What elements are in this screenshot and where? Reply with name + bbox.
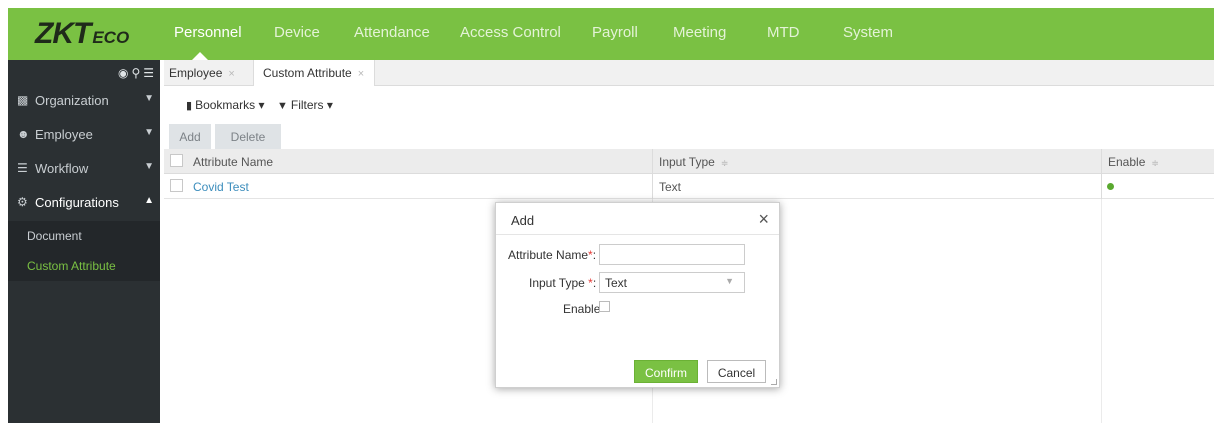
caret-down-icon: ▾: [258, 98, 265, 112]
tag-icon[interactable]: ◉: [118, 66, 128, 80]
column-divider: [652, 149, 653, 174]
table-header: Attribute Name Input Type ≑ Enable ≑: [164, 149, 1214, 174]
select-all-checkbox[interactable]: [170, 154, 183, 167]
delete-button[interactable]: Delete: [215, 124, 281, 149]
tab-custom-attribute[interactable]: Custom Attribute ×: [253, 60, 376, 87]
chevron-down-icon: ▼: [725, 276, 734, 286]
attribute-name-input[interactable]: [599, 244, 745, 265]
column-label: Enable: [1108, 155, 1146, 169]
sidebar-item-label: Organization: [35, 93, 109, 108]
label-text: Attribute Name: [508, 248, 589, 262]
filters-label: Filters: [290, 98, 324, 112]
label-colon: :: [592, 276, 597, 290]
filter-icon: ▼: [277, 100, 288, 112]
column-divider: [1101, 149, 1102, 174]
input-type-label: Input Type *:: [529, 276, 596, 290]
menu-meeting[interactable]: Meeting: [673, 24, 726, 41]
input-type-select[interactable]: Text ▼: [599, 272, 745, 293]
caret-down-icon: ▾: [326, 98, 333, 112]
sidebar-item-employee[interactable]: ☻ Employee ▼: [8, 118, 160, 152]
input-type-cell: Text: [659, 180, 682, 194]
selected-value: Text: [605, 276, 628, 290]
column-divider: [1101, 174, 1102, 199]
sidebar-subitem-custom-attribute[interactable]: Custom Attribute: [8, 251, 160, 281]
menu-payroll[interactable]: Payroll: [592, 24, 638, 41]
list-icon[interactable]: ☰: [143, 66, 154, 80]
sidebar-item-configurations[interactable]: ⚙ Configurations ▲: [8, 186, 160, 220]
logo-sub: ECO: [92, 28, 130, 47]
column-header-enable[interactable]: Enable ≑: [1108, 155, 1159, 169]
enabled-status-icon: [1107, 183, 1114, 190]
chevron-up-icon: ▲: [144, 195, 154, 206]
column-label: Input Type: [659, 155, 715, 169]
active-menu-pointer: [192, 52, 208, 60]
add-button[interactable]: Add: [169, 124, 211, 149]
search-icon[interactable]: ⚲: [131, 66, 140, 80]
cancel-button[interactable]: Cancel: [707, 360, 766, 383]
column-header-input-type[interactable]: Input Type ≑: [659, 155, 728, 169]
toolbar: ▮ Bookmarks ▾ ▼ Filters ▾: [164, 86, 1214, 124]
bookmarks-dropdown[interactable]: ▮ Bookmarks ▾: [186, 98, 264, 112]
enable-checkbox[interactable]: [599, 301, 610, 312]
brand-logo[interactable]: ZKT ECO: [8, 8, 160, 60]
table-row[interactable]: Covid Test Text: [164, 174, 1214, 199]
attribute-name-link[interactable]: Covid Test: [193, 180, 249, 194]
logo-main: ZKT: [35, 17, 91, 50]
column-guide: [1101, 199, 1102, 423]
menu-personnel[interactable]: Personnel: [174, 24, 242, 41]
bookmarks-label: Bookmarks: [195, 98, 256, 112]
menu-system[interactable]: System: [843, 24, 893, 41]
tab-employee[interactable]: Employee ×: [169, 60, 235, 86]
sidebar-item-organization[interactable]: ▩ Organization ▼: [8, 84, 160, 118]
sidebar-item-label: Employee: [35, 127, 93, 142]
grid-actions: Add Delete: [164, 124, 1214, 149]
menu-access-control[interactable]: Access Control: [460, 24, 561, 41]
sidebar-subitem-label: Custom Attribute: [27, 259, 116, 273]
column-header-attribute-name[interactable]: Attribute Name: [193, 155, 273, 169]
gears-icon: ⚙: [17, 195, 28, 209]
sort-icon[interactable]: ≑: [1151, 158, 1159, 168]
org-icon: ▩: [17, 93, 29, 107]
sidebar-tools: ◉ ⚲ ☰: [115, 66, 154, 80]
close-icon[interactable]: ×: [758, 209, 769, 230]
menu-device[interactable]: Device: [274, 24, 320, 41]
dialog-header: Add ×: [496, 203, 779, 235]
label-text: Input Type: [529, 276, 589, 290]
chevron-down-icon: ▼: [144, 93, 154, 104]
close-icon[interactable]: ×: [358, 68, 364, 80]
resize-handle[interactable]: [771, 379, 777, 385]
sidebar-item-workflow[interactable]: ☰ Workflow ▼: [8, 152, 160, 186]
enable-label: Enable: [563, 302, 601, 316]
attribute-name-label: Attribute Name*:: [508, 248, 596, 262]
main-menu: Personnel Device Attendance Access Contr…: [160, 8, 1214, 60]
sidebar-subitem-label: Document: [27, 229, 82, 243]
tab-label: Custom Attribute: [263, 66, 352, 80]
dialog-title: Add: [511, 213, 535, 228]
sidebar-item-label: Configurations: [35, 195, 119, 210]
filters-dropdown[interactable]: ▼ Filters ▾: [277, 98, 333, 112]
close-icon[interactable]: ×: [228, 68, 234, 80]
sidebar-subitem-document[interactable]: Document: [8, 221, 160, 251]
tab-label: Employee: [169, 66, 223, 80]
label-colon: :: [592, 248, 597, 262]
add-attribute-dialog: Add × Attribute Name*: Input Type *: Tex…: [495, 202, 780, 388]
sort-icon[interactable]: ≑: [721, 158, 729, 168]
list-icon: ☰: [17, 161, 28, 175]
users-icon: ☻: [17, 127, 30, 141]
sidebar: ◉ ⚲ ☰ ▩ Organization ▼ ☻ Employee ▼ ☰ Work…: [8, 60, 160, 423]
column-divider: [652, 174, 653, 199]
row-checkbox[interactable]: [170, 179, 183, 192]
top-bar: ZKT ECO Personnel Device Attendance Acces…: [0, 0, 1214, 60]
logo-text: ZKT ECO: [35, 17, 129, 51]
sidebar-item-label: Workflow: [35, 161, 89, 176]
menu-attendance[interactable]: Attendance: [354, 24, 430, 41]
tab-strip: Employee × Custom Attribute ×: [164, 60, 1214, 87]
menu-mtd[interactable]: MTD: [767, 24, 800, 41]
chevron-down-icon: ▼: [144, 127, 154, 138]
bookmark-icon: ▮: [186, 100, 193, 112]
confirm-button[interactable]: Confirm: [634, 360, 698, 383]
chevron-down-icon: ▼: [144, 161, 154, 172]
